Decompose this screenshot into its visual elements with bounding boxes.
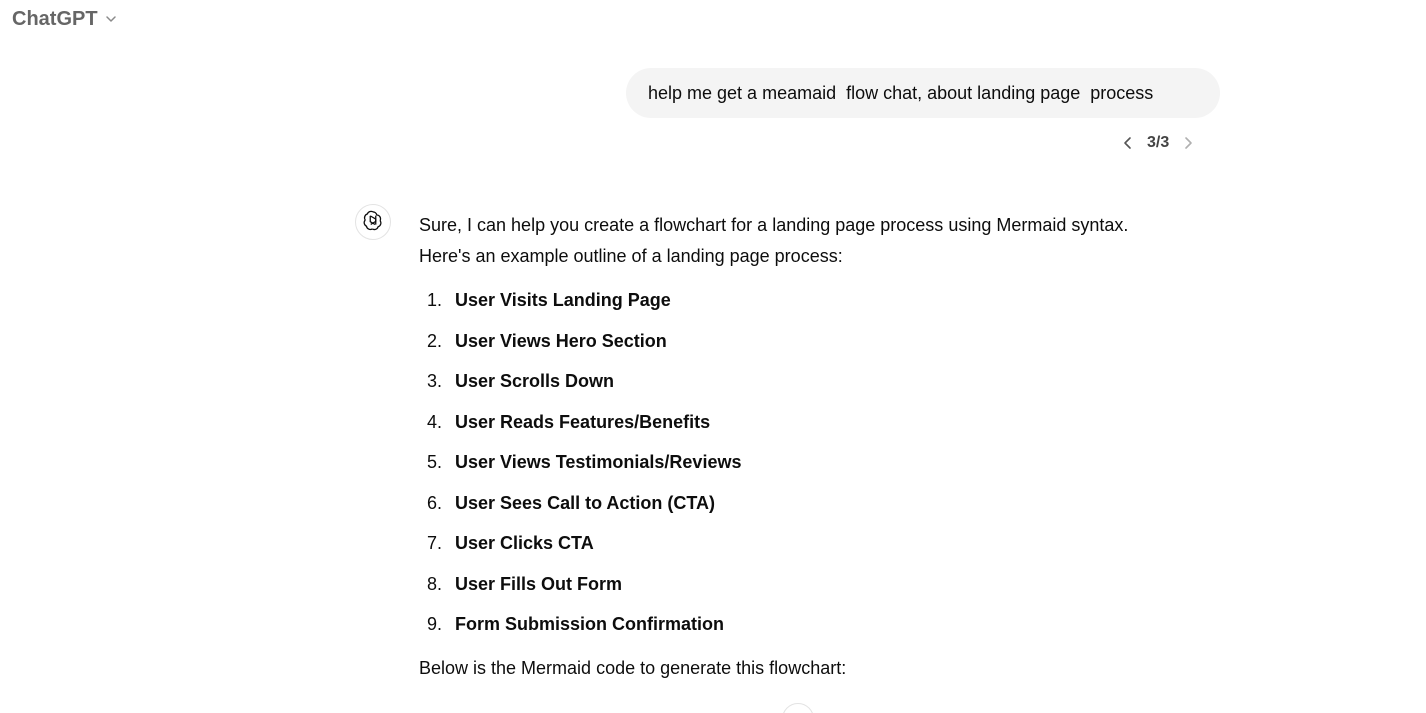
step-number: 7.: [427, 533, 443, 553]
model-selector[interactable]: ChatGPT: [12, 6, 118, 32]
assistant-message: Sure, I can help you create a flowchart …: [419, 210, 1209, 684]
step-label: User Sees Call to Action (CTA): [455, 492, 716, 513]
step-number: 9.: [427, 614, 443, 634]
chat-page: ChatGPT help me get a meamaid flow chat,…: [0, 0, 1426, 713]
step-number: 5.: [427, 452, 443, 472]
step-label: Form Submission Confirmation: [455, 614, 725, 634]
pager-count: 3/3: [1147, 134, 1170, 151]
step-label: User Scrolls Down: [455, 371, 615, 391]
user-message-text: help me get a meamaid flow chat, about l…: [648, 82, 1154, 103]
chevron-left-icon[interactable]: [1119, 132, 1137, 154]
list-item: 1. User Visits Landing Page: [419, 285, 1209, 326]
assistant-intro-line-2: Here's an example outline of a landing p…: [419, 246, 843, 266]
list-item: 9. Form Submission Confirmation: [419, 609, 1209, 650]
assistant-outro: Below is the Mermaid code to generate th…: [419, 657, 847, 678]
assistant-intro-line-1: Sure, I can help you create a flowchart …: [419, 215, 1129, 235]
list-item: 2. User Views Hero Section: [419, 326, 1209, 367]
process-steps-list: 1. User Visits Landing Page 2. User Views H…: [419, 285, 1209, 650]
list-item: 3. User Scrolls Down: [419, 366, 1209, 407]
model-name: ChatGPT: [12, 8, 98, 30]
list-item: 5. User Views Testimonials/Reviews: [419, 447, 1209, 488]
assistant-avatar: [355, 204, 391, 240]
step-label: User Visits Landing Page: [455, 290, 671, 310]
step-number: 4.: [427, 411, 443, 432]
step-number: 8.: [427, 573, 443, 594]
user-message-bubble: help me get a meamaid flow chat, about l…: [626, 68, 1220, 118]
scroll-down-button[interactable]: [782, 703, 814, 713]
step-label: User Clicks CTA: [455, 533, 594, 553]
chevron-down-icon: [104, 12, 118, 26]
step-label: User Fills Out Form: [455, 573, 623, 594]
response-pager: 3/3: [1119, 132, 1197, 154]
chevron-right-icon[interactable]: [1179, 132, 1197, 154]
step-label: User Views Testimonials/Reviews: [455, 452, 742, 472]
step-label: User Reads Features/Benefits: [455, 411, 711, 432]
step-label: User Views Hero Section: [455, 330, 667, 351]
step-number: 2.: [427, 330, 443, 351]
list-item: 6. User Sees Call to Action (CTA): [419, 488, 1209, 529]
step-number: 3.: [427, 371, 443, 391]
openai-logo-icon: [362, 209, 384, 236]
list-item: 4. User Reads Features/Benefits: [419, 407, 1209, 448]
list-item: 7. User Clicks CTA: [419, 528, 1209, 569]
step-number: 6.: [427, 492, 443, 513]
step-number: 1.: [427, 290, 443, 310]
list-item: 8. User Fills Out Form: [419, 569, 1209, 610]
